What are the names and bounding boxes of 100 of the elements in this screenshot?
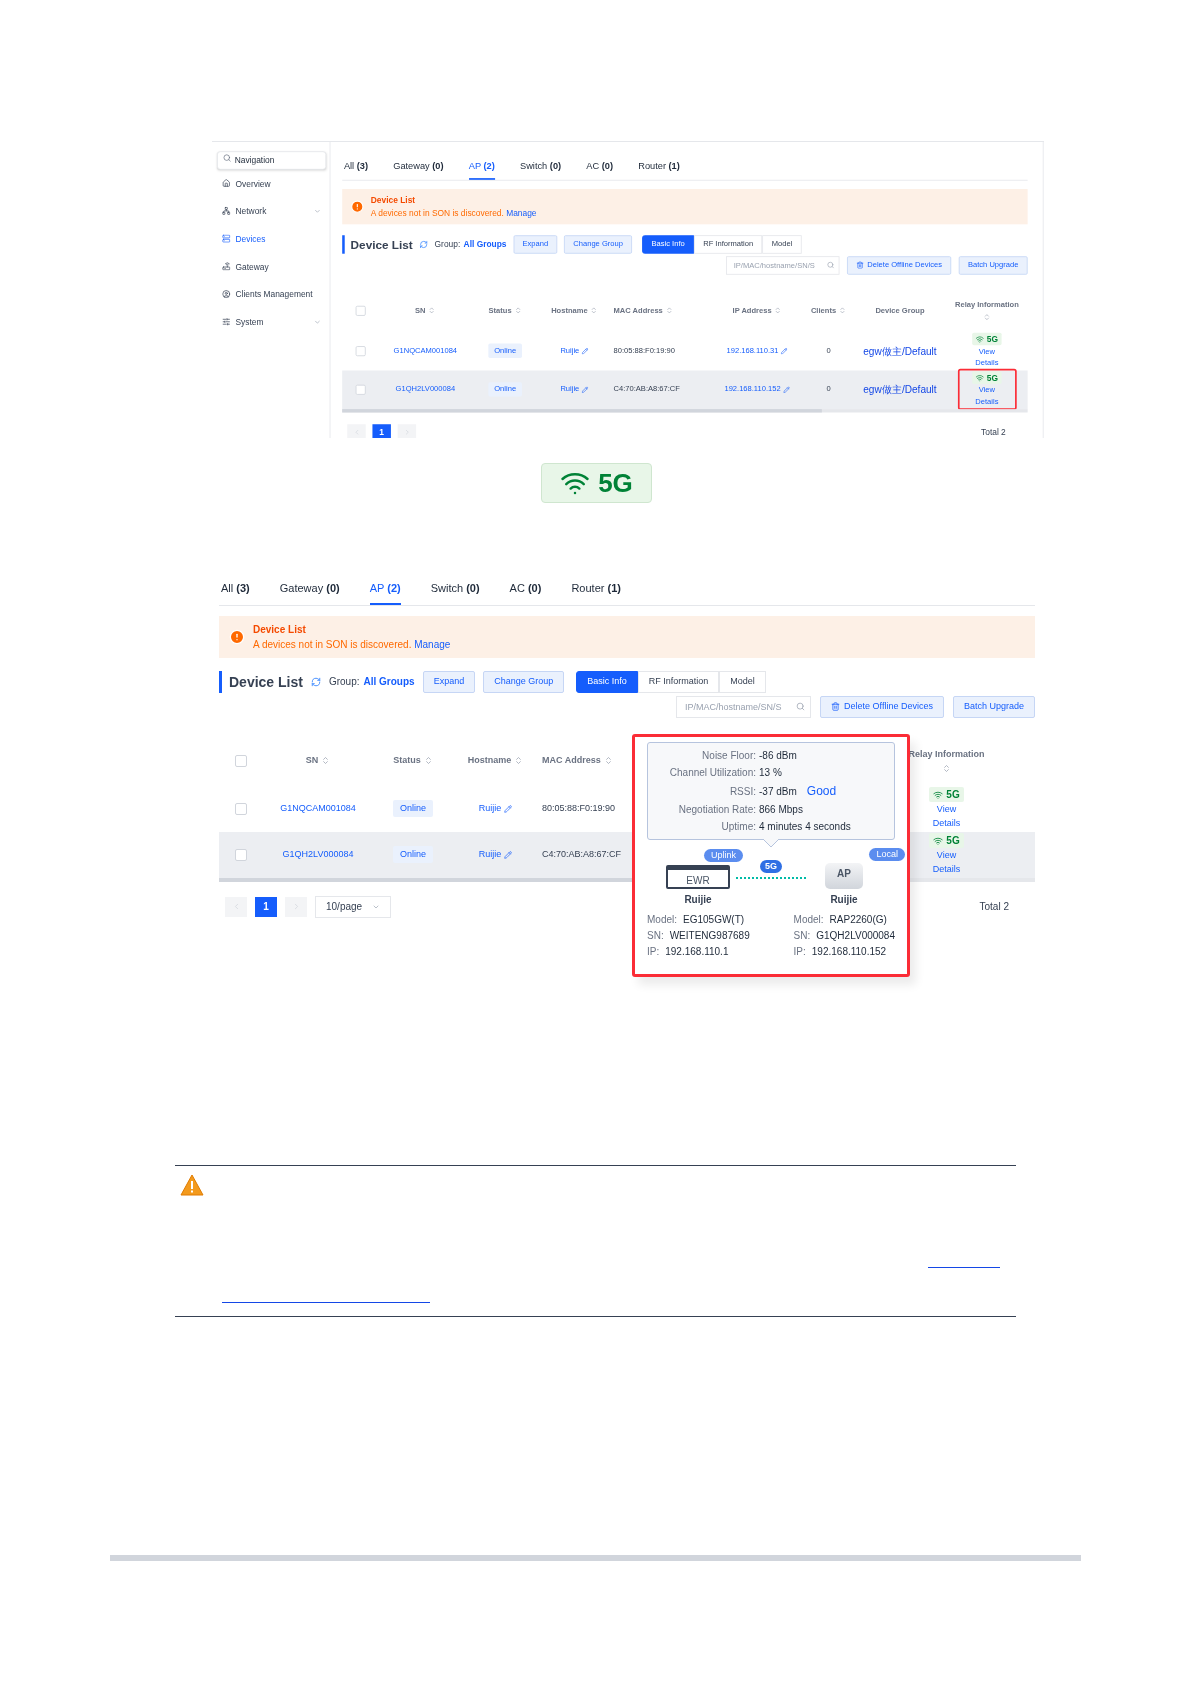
device-type-tab[interactable]: Switch (0) [520, 158, 562, 180]
sidebar-item[interactable]: Network [217, 203, 327, 219]
field-value: RAP2260(G) [829, 913, 887, 927]
page-size-select[interactable]: 10/page [315, 895, 392, 918]
band-badge: 5G [541, 463, 652, 503]
checkbox[interactable] [355, 345, 366, 356]
serial-number-link[interactable]: G1NQCAM001084 [280, 801, 356, 816]
next-page-button[interactable] [397, 423, 417, 438]
sidebar-item[interactable]: Gateway [217, 258, 327, 274]
menu-icon [222, 262, 231, 271]
trash-icon [831, 702, 841, 711]
previous-page-button[interactable] [347, 423, 366, 438]
device-type-tab[interactable]: Switch (0) [430, 580, 480, 605]
stat-value: -86 dBm [759, 749, 797, 763]
device-type-tab[interactable]: Router (1) [638, 158, 680, 180]
navigation-search-field[interactable]: Navigation [217, 150, 327, 170]
hostname-link[interactable]: Ruijie [478, 801, 513, 816]
device-type-tab[interactable]: AC (0) [509, 580, 542, 605]
device-type-tab[interactable]: AP (2) [468, 158, 495, 180]
sidebar-label: Gateway [235, 260, 269, 273]
checkbox[interactable] [355, 384, 366, 395]
stat-label: RSSI: [728, 785, 756, 797]
device-type-tab[interactable]: All (3) [221, 580, 250, 605]
field-label: SN: [647, 929, 664, 943]
toolbar-button[interactable]: Expand [422, 670, 476, 693]
field-label: IP: [793, 945, 806, 959]
table-cell-text: 80:05:88:F0:19:90 [542, 801, 616, 815]
group-link[interactable]: All Groups [463, 237, 507, 251]
status-tag: Online [393, 845, 433, 864]
view-tab[interactable]: Model [719, 670, 766, 693]
trash-icon [856, 261, 864, 269]
warning-icon [180, 1174, 204, 1196]
refresh-icon[interactable] [310, 676, 321, 687]
view-details-link[interactable]: View Details [926, 848, 967, 876]
field-value: 192.168.110.152 [811, 945, 887, 959]
action-button[interactable]: Batch Upgrade [952, 695, 1035, 718]
sidebar-item[interactable]: Overview [217, 175, 327, 191]
status-tag: Online [393, 799, 433, 818]
view-tab[interactable]: RF Information [637, 670, 720, 693]
checkbox[interactable] [235, 754, 247, 767]
serial-number-link[interactable]: G1QH2LV000084 [282, 847, 354, 862]
wifi-icon [933, 789, 944, 800]
wifi-icon [933, 835, 944, 846]
group-link[interactable]: All Groups [363, 674, 415, 689]
menu-icon [222, 317, 231, 326]
hostname-link[interactable]: Ruijie [478, 847, 513, 862]
checkbox[interactable] [235, 802, 247, 815]
device-type-tab[interactable]: AC (0) [586, 158, 613, 180]
field-label: SN: [793, 929, 811, 943]
column-header: MAC Address [542, 753, 601, 767]
device-type-tab[interactable]: Router (1) [571, 580, 621, 605]
sidebar-item[interactable]: Devices [217, 231, 327, 247]
device-type-tab[interactable]: All (3) [343, 158, 369, 180]
page-button[interactable]: 1 [372, 423, 391, 438]
checkbox[interactable] [235, 848, 247, 861]
device-type-tab[interactable]: Gateway (0) [279, 580, 340, 605]
quality-label: Good [806, 783, 837, 800]
band-badge: 5G [972, 371, 1002, 384]
view-details-link[interactable]: View Details [926, 802, 967, 830]
access-point-drawing: AP [825, 863, 863, 889]
search-icon [796, 701, 806, 711]
wifi-icon [975, 334, 985, 344]
checkbox[interactable] [355, 305, 366, 316]
field-label: Model: [647, 913, 677, 927]
device-type-tab[interactable]: AP (2) [369, 580, 401, 605]
manage-link[interactable]: Manage [414, 638, 451, 650]
alert-title: Device List [370, 194, 417, 207]
search-field[interactable]: IP/MAC/hostname/SN/S [676, 695, 812, 718]
band-badge: 5G [929, 787, 964, 802]
field-label: IP: [647, 945, 660, 959]
action-button[interactable]: Delete Offline Devices [820, 695, 944, 718]
field-value: WEITENG987689 [669, 929, 750, 943]
field-label: Model: [793, 913, 824, 927]
menu-icon [222, 289, 231, 299]
band-tag: 5G [760, 860, 782, 873]
edit-icon [504, 804, 513, 813]
device-name: Ruijie [684, 893, 712, 907]
device-type-tab[interactable]: Gateway (0) [393, 158, 444, 180]
sidebar-item[interactable]: System [217, 314, 327, 330]
manage-link[interactable]: Manage [506, 207, 537, 218]
column-header: Hostname [467, 753, 512, 767]
edit-icon [781, 347, 788, 355]
sidebar-label: Overview [235, 177, 271, 190]
menu-icon [222, 178, 231, 188]
stat-label: Negotiation Rate: [677, 804, 756, 815]
next-page-button[interactable] [285, 896, 307, 917]
device-group-link[interactable]: egw做主/Default [863, 381, 937, 397]
field-value: 192.168.110.1 [665, 945, 729, 959]
alert-icon [229, 628, 245, 645]
previous-page-button[interactable] [225, 896, 247, 917]
device-name: Ruijie [830, 893, 858, 907]
view-tab[interactable]: Basic Info [576, 670, 638, 693]
device-group-link[interactable]: egw做主/Default [863, 343, 937, 359]
link-line [736, 877, 806, 879]
sidebar-item[interactable]: Clients Management [217, 286, 327, 302]
page-button[interactable]: 1 [255, 896, 277, 917]
refresh-icon[interactable] [419, 239, 428, 249]
toolbar-button[interactable]: Change Group [483, 670, 565, 693]
stat-label: Noise Floor: [701, 750, 756, 761]
search-icon [222, 153, 232, 163]
